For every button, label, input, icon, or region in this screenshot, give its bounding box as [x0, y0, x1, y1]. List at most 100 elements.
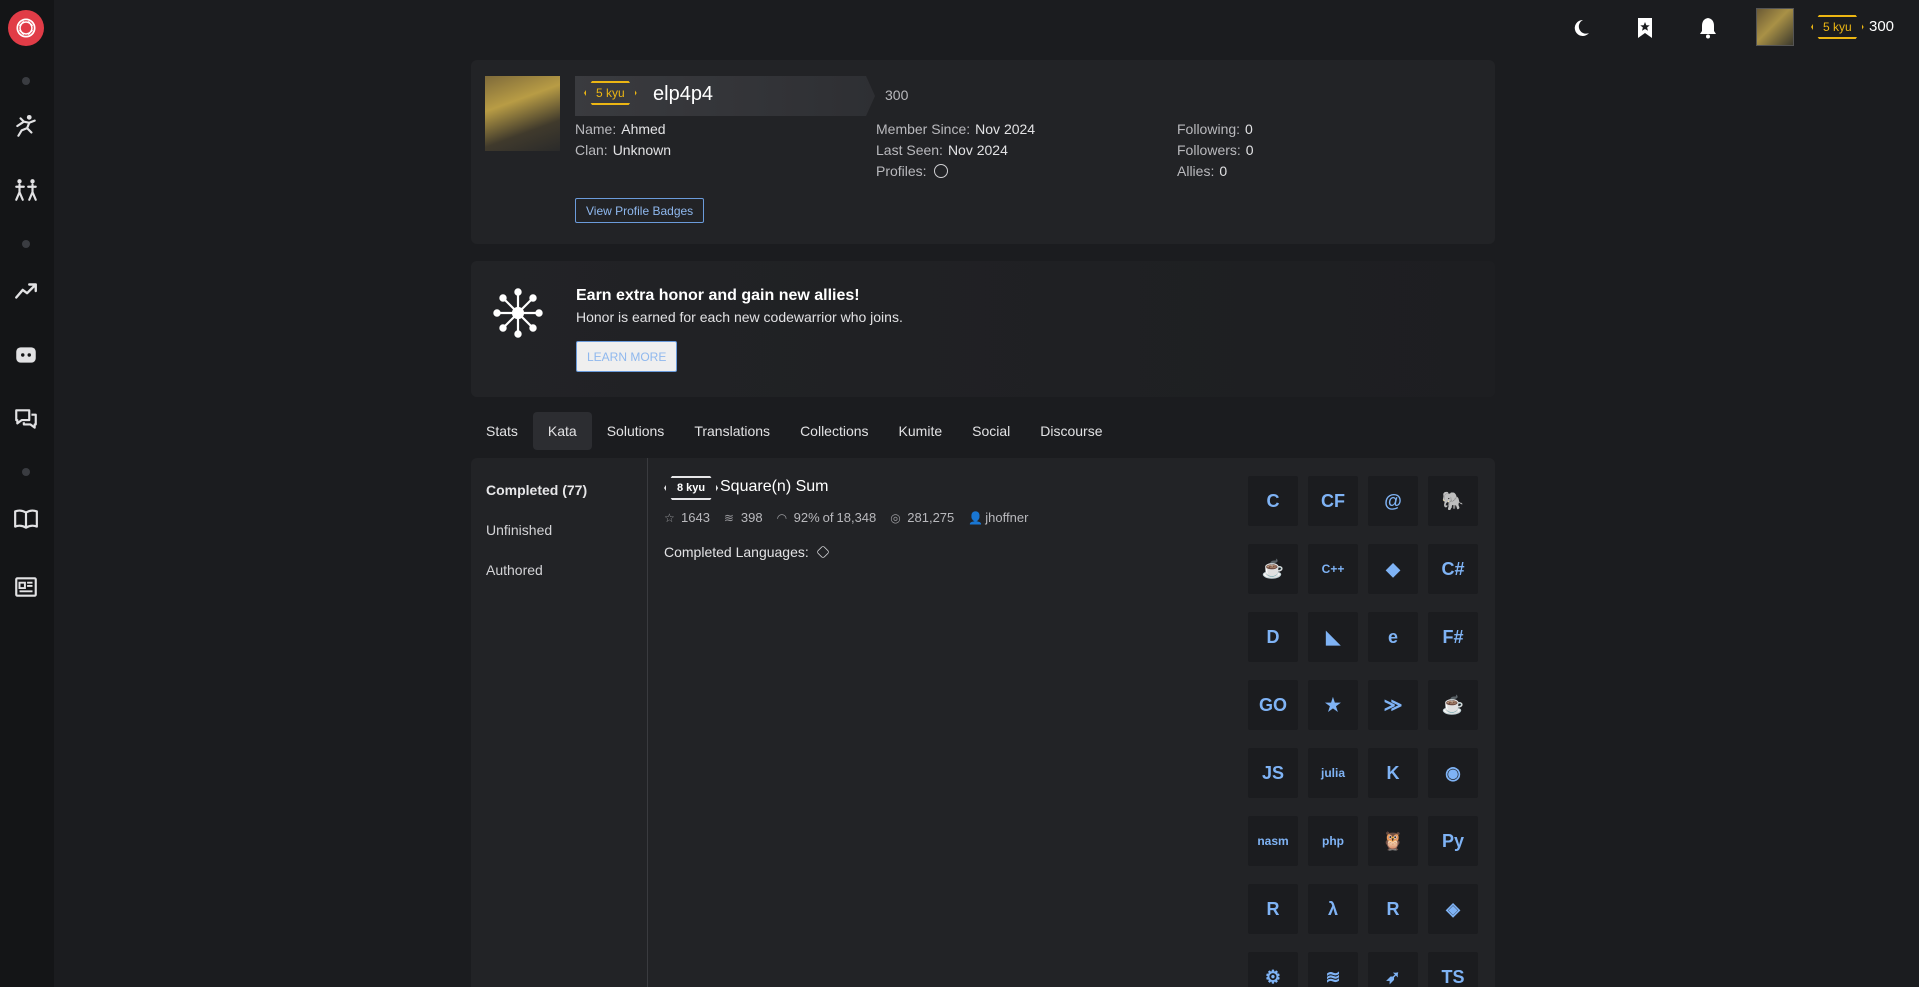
member-since-row: Member Since: Nov 2024 [876, 121, 1035, 137]
user-avatar[interactable] [1756, 8, 1794, 46]
fsharp-icon[interactable]: F# [1428, 612, 1478, 662]
cfml-icon[interactable]: CF [1308, 476, 1358, 526]
codewars-logo-icon[interactable] [8, 10, 44, 46]
groovy-icon[interactable]: ★ [1308, 680, 1358, 730]
leaderboard-trend-icon[interactable] [12, 277, 40, 305]
tab-kata[interactable]: Kata [532, 412, 592, 450]
user-honor: 300 [1869, 18, 1895, 35]
kata-title-link[interactable]: Square(n) Sum [720, 478, 829, 496]
profile-clan-row: Clan: Unknown [575, 142, 671, 158]
view-profile-badges-button[interactable]: View Profile Badges [575, 198, 705, 223]
tab-kumite[interactable]: Kumite [884, 412, 958, 450]
kata-satisfaction-votes: 18,348 [836, 510, 877, 525]
sidebar-divider-dot [22, 77, 30, 85]
profile-avatar [485, 76, 560, 151]
go-icon[interactable]: GO [1248, 680, 1298, 730]
discord-icon[interactable] [12, 341, 40, 369]
julia-icon[interactable]: julia [1308, 748, 1358, 798]
clan-label: Clan: [575, 142, 608, 158]
allies-value: 0 [1219, 163, 1228, 179]
kata-satisfaction-of: of [822, 510, 834, 525]
member-since-value: Nov 2024 [975, 121, 1036, 137]
swift-icon[interactable]: ➶ [1368, 952, 1418, 987]
filter-completed[interactable]: Completed (77) [486, 482, 587, 498]
racket-icon[interactable]: λ [1308, 884, 1358, 934]
kata-stars: 1643 [681, 510, 710, 525]
language-hexagon-icon [815, 545, 830, 559]
completed-languages: Completed Languages: [664, 544, 830, 560]
member-since-label: Member Since: [876, 121, 971, 137]
docs-book-icon[interactable] [12, 505, 40, 533]
profile-honor: 300 [885, 87, 909, 103]
tab-stats[interactable]: Stats [471, 412, 533, 450]
learn-more-button[interactable]: LEARN MORE [576, 341, 678, 372]
kata-author[interactable]: jhoffner [985, 510, 1028, 525]
bookmark-star-icon[interactable] [1631, 14, 1659, 42]
satisfaction-gauge-icon: ◠ [776, 510, 788, 525]
python-icon[interactable]: Py [1428, 816, 1478, 866]
d-icon[interactable]: D [1248, 612, 1298, 662]
kotlin-icon[interactable]: K [1368, 748, 1418, 798]
profiles-row: Profiles: [876, 163, 948, 179]
nasm-icon[interactable]: nasm [1248, 816, 1298, 866]
filter-unfinished[interactable]: Unfinished [486, 522, 552, 538]
referral-promo-card: Earn extra honor and gain new allies! Ho… [471, 261, 1495, 397]
user-rank-badge: 5 kyu [1811, 15, 1864, 39]
star-icon: ☆ [664, 510, 675, 525]
sidebar-divider-dot [22, 240, 30, 248]
training-icon[interactable] [12, 112, 40, 140]
tab-translations[interactable]: Translations [679, 412, 785, 450]
profile-rank-badge: 5 kyu [584, 81, 637, 105]
csharp-icon[interactable]: C# [1428, 544, 1478, 594]
clojure-icon[interactable]: @ [1368, 476, 1418, 526]
followers-label: Followers: [1177, 142, 1241, 158]
kata-content: Completed (77) Unfinished Authored 8 kyu… [471, 458, 1495, 987]
kata-filters: Completed (77) Unfinished Authored [471, 458, 648, 987]
filter-authored[interactable]: Authored [486, 562, 543, 578]
r-icon[interactable]: R [1248, 884, 1298, 934]
kata-satisfaction-pct: 92% [793, 510, 820, 525]
github-icon[interactable] [933, 164, 948, 178]
cobol-icon[interactable]: 🐘 [1428, 476, 1478, 526]
javascript-icon[interactable]: JS [1248, 748, 1298, 798]
profiles-label: Profiles: [876, 163, 927, 179]
lua-icon[interactable]: ◉ [1428, 748, 1478, 798]
prolog-icon[interactable]: 🦉 [1368, 816, 1418, 866]
scala-icon[interactable]: ≋ [1308, 952, 1358, 987]
last-seen-row: Last Seen: Nov 2024 [876, 142, 1008, 158]
promo-subtitle: Honor is earned for each new codewarrior… [576, 309, 903, 325]
typescript-icon[interactable]: TS [1428, 952, 1478, 987]
kata-completions: 281,275 [907, 510, 955, 525]
tab-collections[interactable]: Collections [785, 412, 883, 450]
blog-news-icon[interactable] [12, 573, 40, 601]
c-icon[interactable]: C [1248, 476, 1298, 526]
promo-title: Earn extra honor and gain new allies! [576, 287, 860, 304]
elixir-icon[interactable]: e [1368, 612, 1418, 662]
tab-solutions[interactable]: Solutions [592, 412, 680, 450]
discussions-icon[interactable] [12, 405, 40, 433]
notifications-bell-icon[interactable] [1694, 14, 1722, 42]
haskell-icon[interactable]: ≫ [1368, 680, 1418, 730]
kata-stats: ☆ 1643 ≋ 398 ◠ 92% of 18,348 ◎ 281,275 👤 jhoffn… [664, 510, 1028, 525]
practice-icon[interactable] [12, 176, 40, 204]
following-row: Following: 0 [1177, 121, 1253, 137]
java-icon[interactable]: ☕ [1428, 680, 1478, 730]
crystal-icon[interactable]: ◆ [1368, 544, 1418, 594]
tab-social[interactable]: Social [957, 412, 1025, 450]
collections-layers-icon: ≋ [723, 510, 734, 525]
coffeescript-icon[interactable]: ☕ [1248, 544, 1298, 594]
dark-mode-moon-icon[interactable] [1570, 14, 1598, 42]
allies-row: Allies: 0 [1177, 163, 1227, 179]
dart-icon[interactable]: ◣ [1308, 612, 1358, 662]
php-icon[interactable]: php [1308, 816, 1358, 866]
kata-rank-badge: 8 kyu [664, 476, 718, 500]
profile-tabs: Stats Kata Solutions Translations Collec… [471, 412, 1118, 450]
allies-label: Allies: [1177, 163, 1215, 179]
tab-discourse[interactable]: Discourse [1025, 412, 1117, 450]
raku-icon[interactable]: R [1368, 884, 1418, 934]
ruby-icon[interactable]: ◈ [1428, 884, 1478, 934]
following-label: Following: [1177, 121, 1241, 137]
author-user-icon: 👤 [968, 510, 984, 525]
cpp-icon[interactable]: C++ [1308, 544, 1358, 594]
rust-icon[interactable]: ⚙ [1248, 952, 1298, 987]
